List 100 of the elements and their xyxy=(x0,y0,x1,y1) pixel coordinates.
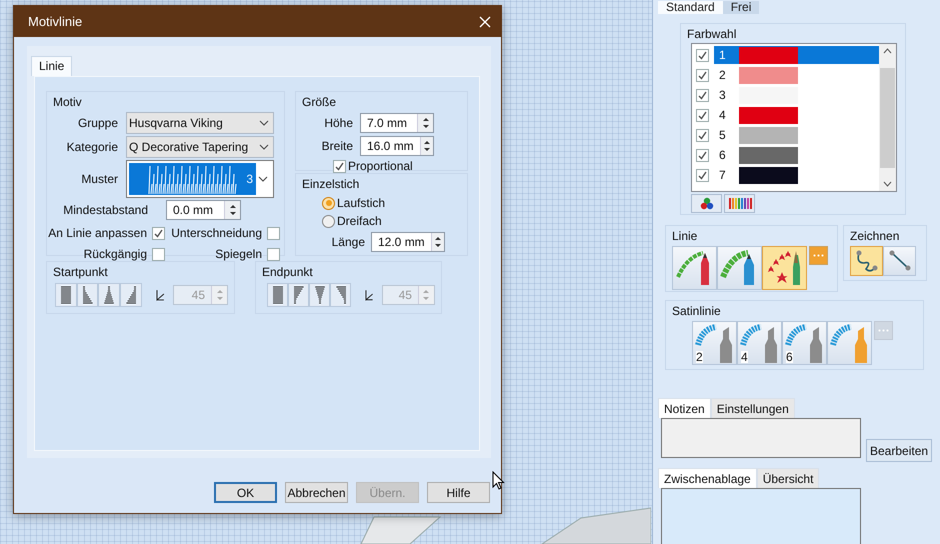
taper-button[interactable] xyxy=(98,283,120,307)
taper-button[interactable] xyxy=(76,283,98,307)
color-number: 7 xyxy=(719,168,726,182)
spinner-arrows-icon xyxy=(216,287,224,303)
color-list-item[interactable]: 5 xyxy=(714,126,879,144)
dialog-button[interactable]: Hilfe xyxy=(427,482,490,503)
color-number: 2 xyxy=(719,68,726,82)
angle-icon xyxy=(156,290,165,300)
notes-field[interactable] xyxy=(661,418,861,458)
thread-icon xyxy=(728,197,752,210)
dropdown[interactable]: Q Decorative Tapering xyxy=(126,136,274,158)
group-title: Linie xyxy=(672,229,698,243)
field-label: Kategorie xyxy=(66,140,118,154)
close-button[interactable] xyxy=(477,14,493,30)
taper-button[interactable] xyxy=(55,283,77,307)
palette-button[interactable] xyxy=(724,194,755,213)
edit-button[interactable]: Bearbeiten xyxy=(866,439,932,462)
pattern-dropdown[interactable]: 3 xyxy=(126,160,274,198)
taper-icon xyxy=(58,284,73,306)
number-field[interactable]: 0.0 mm xyxy=(166,200,241,220)
dialog-button[interactable]: Abbrechen xyxy=(285,482,348,503)
scrollbar[interactable] xyxy=(879,44,896,191)
angle-icon xyxy=(365,290,374,300)
color-list-item[interactable]: 6 xyxy=(714,146,879,164)
checkbox[interactable] xyxy=(267,248,280,260)
number-field[interactable]: 12.0 mm xyxy=(371,232,445,252)
radio-button[interactable] xyxy=(322,196,335,210)
color-list-item[interactable]: 1 xyxy=(714,46,879,64)
number-field[interactable]: 7.0 mm xyxy=(360,113,434,133)
taper-icon xyxy=(270,284,284,306)
chevron-icon xyxy=(258,176,268,182)
tool-button[interactable] xyxy=(883,246,916,276)
tab[interactable]: Notizen xyxy=(658,398,711,418)
color-list-item[interactable]: 4 xyxy=(714,106,879,124)
tab[interactable]: Standard xyxy=(658,1,723,14)
chevron-icon xyxy=(259,144,269,150)
tab[interactable]: Frei xyxy=(722,1,760,14)
taper-icon xyxy=(334,284,348,306)
color-number: 3 xyxy=(719,88,726,102)
dots-icon xyxy=(813,254,824,257)
field-label: Höhe xyxy=(323,116,353,130)
satin-tool-button[interactable]: 2 xyxy=(692,321,737,365)
group-title: Satinlinie xyxy=(672,304,721,318)
tab[interactable]: Einstellungen xyxy=(710,398,795,418)
group-title: Zeichnen xyxy=(850,229,900,243)
field-label: Länge xyxy=(330,235,365,249)
field-label: Muster xyxy=(80,172,118,186)
group-title: Motiv xyxy=(53,95,82,109)
checkbox-label: Rückgängig xyxy=(84,247,147,261)
group-title: Endpunkt xyxy=(262,265,313,279)
taper-button[interactable] xyxy=(120,283,142,307)
dots-icon xyxy=(878,329,889,332)
taper-button[interactable] xyxy=(267,283,288,307)
tool-button[interactable] xyxy=(672,246,717,290)
group-title: Startpunkt xyxy=(53,265,108,279)
checkbox[interactable] xyxy=(267,226,280,240)
satin-tool-button[interactable]: 4 xyxy=(737,321,782,365)
group-title: Größe xyxy=(302,95,336,109)
dropdown[interactable]: Husqvarna Viking xyxy=(126,112,274,134)
checkbox[interactable] xyxy=(696,148,709,162)
group-title: Farbwahl xyxy=(687,27,736,41)
taper-icon xyxy=(102,284,116,306)
radio-button[interactable] xyxy=(322,214,335,228)
window-title: Motivlinie xyxy=(28,14,82,29)
cursor-icon xyxy=(492,471,505,490)
tab[interactable]: Zwischenablage xyxy=(658,468,757,488)
checkbox[interactable] xyxy=(696,88,709,102)
taper-button[interactable] xyxy=(288,283,310,307)
tool-button[interactable] xyxy=(717,246,762,290)
tool-button[interactable] xyxy=(762,246,807,290)
group-title: Einzelstich xyxy=(302,177,360,191)
checkbox[interactable] xyxy=(152,226,165,240)
field-label: Mindestabstand xyxy=(62,203,148,217)
checkbox-label: Proportional xyxy=(348,159,413,173)
spinner-arrows-icon xyxy=(228,202,236,218)
dialog-button[interactable]: OK xyxy=(214,482,277,503)
color-list-item[interactable]: 7 xyxy=(714,166,879,184)
checkbox[interactable] xyxy=(333,160,346,172)
color-mix-button[interactable] xyxy=(691,194,722,213)
checkbox[interactable] xyxy=(696,48,709,62)
tool-button[interactable] xyxy=(850,246,883,276)
taper-icon xyxy=(124,284,138,306)
color-list-item[interactable]: 2 xyxy=(714,66,879,84)
taper-button[interactable] xyxy=(330,283,352,307)
satin-tool-button[interactable] xyxy=(827,321,872,365)
curve-icon xyxy=(854,249,880,273)
taper-button[interactable] xyxy=(309,283,330,307)
checkbox[interactable] xyxy=(696,168,709,182)
tab[interactable]: Übersicht xyxy=(756,468,820,488)
checkbox[interactable] xyxy=(696,108,709,122)
satin-tool-button[interactable]: 6 xyxy=(782,321,827,365)
checkbox-label: An Linie anpassen xyxy=(48,226,147,240)
checkbox[interactable] xyxy=(696,128,709,142)
taper-icon xyxy=(312,284,327,306)
field-label: Breite xyxy=(320,139,353,153)
number-field[interactable]: 16.0 mm xyxy=(360,136,434,156)
color-list-item[interactable]: 3 xyxy=(714,86,879,104)
checkbox[interactable] xyxy=(696,68,709,82)
tab[interactable]: Linie xyxy=(31,56,72,76)
checkbox[interactable] xyxy=(152,248,165,260)
